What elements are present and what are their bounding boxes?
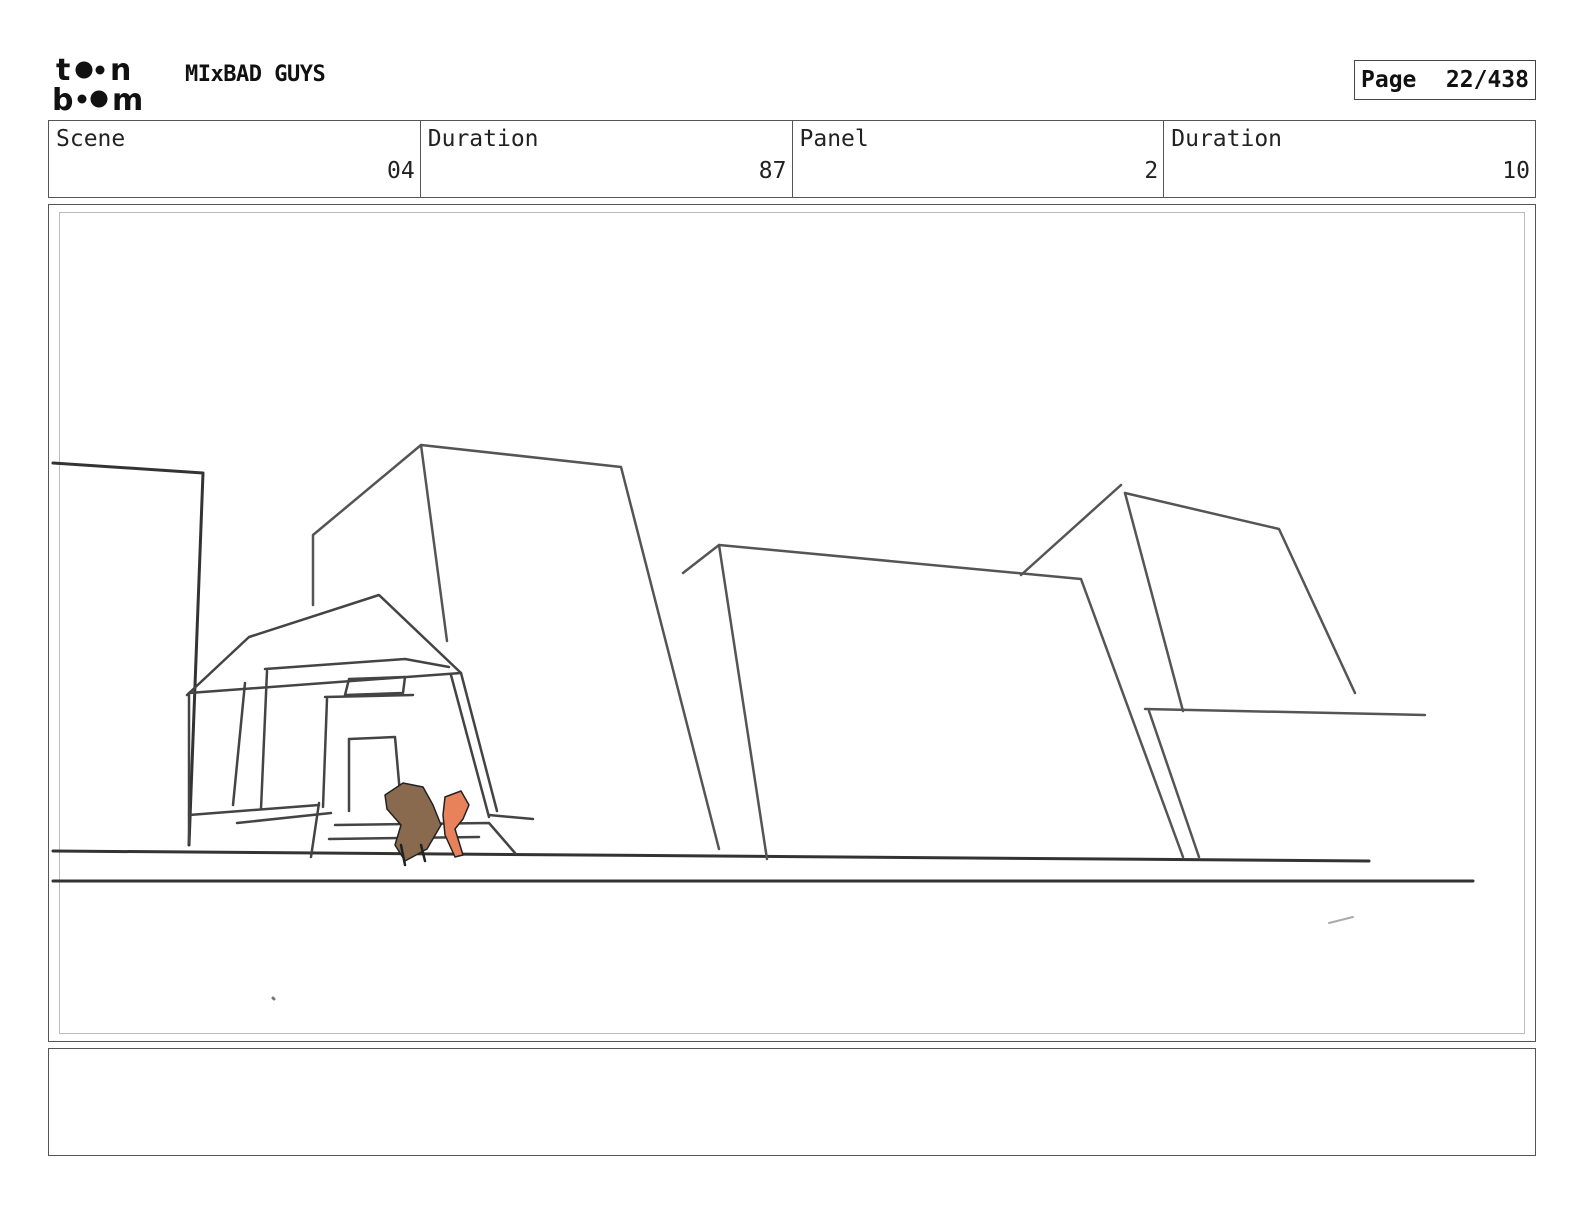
kiosk-sketch — [185, 593, 535, 859]
panel-label: Panel — [799, 126, 869, 152]
storyboard-panel — [48, 204, 1536, 1042]
panel-duration-value: 10 — [1502, 158, 1530, 184]
left-building-sketch — [51, 461, 205, 847]
panel-caption-box — [48, 1048, 1536, 1156]
toon-boom-logo: t n b m — [52, 53, 143, 112]
panel-cell: Panel 2 — [793, 121, 1165, 197]
project-title: MIxBAD GUYS — [185, 62, 326, 87]
scene-label: Scene — [56, 126, 126, 152]
scene-info-row: Scene 04 Duration 87 Panel 2 Duration 10 — [48, 120, 1536, 198]
center-building-sketch — [681, 543, 1185, 861]
panel-duration-cell: Duration 10 — [1164, 121, 1535, 197]
sketch-drawing — [51, 443, 1475, 1001]
page-indicator: Page 22/438 — [1354, 60, 1536, 100]
right-building-sketch — [1019, 483, 1427, 859]
page-label: Page — [1361, 67, 1417, 93]
scene-duration-value: 87 — [758, 158, 787, 184]
stray-marks — [271, 916, 1354, 1001]
scene-duration-cell: Duration 87 — [421, 121, 793, 197]
scene-cell: Scene 04 — [49, 121, 421, 197]
panel-value: 2 — [1144, 158, 1159, 184]
panel-duration-label: Duration — [1171, 126, 1283, 152]
middle-building-sketch — [311, 443, 721, 851]
ground-lines — [51, 849, 1475, 883]
svg-text:b: b — [52, 83, 73, 112]
page-number: 22/438 — [1445, 67, 1529, 93]
svg-text:m: m — [112, 83, 143, 112]
scene-duration-label: Duration — [427, 126, 539, 152]
scene-value: 04 — [387, 158, 415, 184]
